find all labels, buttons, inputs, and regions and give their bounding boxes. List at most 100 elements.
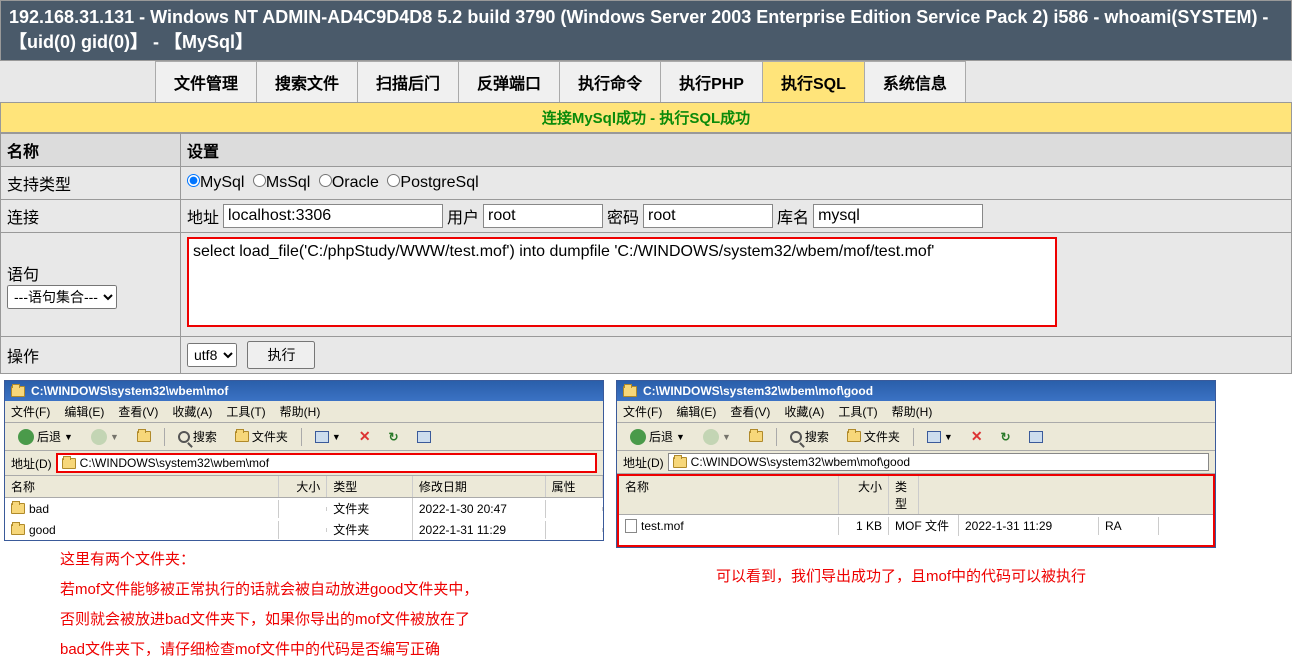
exec-button[interactable]: 执行 (247, 341, 315, 369)
row-type-label: 支持类型 (1, 167, 181, 200)
stmt-label-text: 语句 (7, 261, 174, 285)
up-button[interactable] (742, 429, 770, 444)
search-button[interactable]: 搜索 (171, 426, 224, 447)
radio-oracle[interactable]: Oracle (319, 174, 379, 191)
folders-button[interactable]: 文件夹 (228, 426, 295, 447)
col-size[interactable]: 大小 (279, 476, 327, 497)
col-type[interactable]: 类型 (327, 476, 413, 497)
radio-postgresql-input[interactable] (387, 174, 400, 187)
list-item[interactable]: test.mof 1 KB MOF 文件 2022-1-31 11:29 RA (619, 515, 1213, 536)
list-item[interactable]: good 文件夹 2022-1-31 11:29 (5, 519, 603, 540)
annotation-line: 否则就会被放进bad文件夹下，如果你导出的mof文件被放在了 (60, 605, 548, 635)
stmt-select[interactable]: ---语句集合--- (7, 285, 117, 309)
folders-button[interactable]: 文件夹 (840, 426, 907, 447)
menu-edit[interactable]: 编辑(E) (64, 403, 104, 420)
row-op-label: 操作 (1, 337, 181, 374)
forward-button[interactable]: ▼ (696, 427, 738, 447)
menu-help[interactable]: 帮助(H) (892, 403, 933, 420)
sql-form-table: 名称 设置 支持类型 MySql MsSql Oracle PostgreSql… (0, 133, 1292, 374)
row-stmt-label: 语句 ---语句集合--- (1, 233, 181, 337)
radio-mssql-input[interactable] (253, 174, 266, 187)
tab-search-files[interactable]: 搜索文件 (256, 61, 358, 102)
explorer-right-toolbar: 后退 ▼ ▼ 搜索 文件夹 ▼ ✕ (617, 423, 1215, 451)
refresh-button[interactable]: ↻ (994, 428, 1018, 446)
row-conn-label: 连接 (1, 200, 181, 233)
col-attr[interactable]: 属性 (546, 476, 603, 497)
menu-fav[interactable]: 收藏(A) (784, 403, 824, 420)
refresh-button[interactable]: ↻ (382, 428, 406, 446)
radio-oracle-input[interactable] (319, 174, 332, 187)
forward-button[interactable]: ▼ (84, 427, 126, 447)
tab-exec-php[interactable]: 执行PHP (660, 61, 763, 102)
col-type[interactable]: 类型 (889, 476, 919, 514)
grid-icon (927, 431, 941, 443)
addr-input[interactable] (223, 204, 443, 228)
item-attr (546, 528, 603, 532)
db-input[interactable] (813, 204, 983, 228)
menu-tools[interactable]: 工具(T) (226, 403, 265, 420)
header-title: 192.168.31.131 - Windows NT ADMIN-AD4C9D… (0, 0, 1292, 61)
addr-input-right[interactable]: C:\WINDOWS\system32\wbem\mof\good (668, 453, 1209, 471)
annotation-line: 若mof文件能够被正常执行的话就会被自动放进good文件夹中， (60, 575, 548, 605)
tab-sysinfo[interactable]: 系统信息 (864, 61, 966, 102)
views-button[interactable]: ▼ (920, 429, 960, 445)
folder-icon (11, 503, 25, 514)
user-input[interactable] (483, 204, 603, 228)
radio-mysql-input[interactable] (187, 174, 200, 187)
folders-icon (235, 431, 249, 442)
radio-postgresql-label: PostgreSql (400, 174, 478, 191)
radio-mssql-label: MsSql (266, 174, 310, 191)
list-header-right: 名称 大小 类型 (619, 476, 1213, 515)
list-item[interactable]: bad 文件夹 2022-1-30 20:47 (5, 498, 603, 519)
menu-file[interactable]: 文件(F) (623, 403, 662, 420)
col-setting-header: 设置 (181, 134, 1292, 167)
folder-icon (673, 457, 687, 468)
tab-scan-backdoor[interactable]: 扫描后门 (357, 61, 459, 102)
up-button[interactable] (130, 429, 158, 444)
tab-exec-cmd[interactable]: 执行命令 (559, 61, 661, 102)
tab-file-mgr[interactable]: 文件管理 (155, 61, 257, 102)
back-icon (630, 429, 646, 445)
col-name[interactable]: 名称 (619, 476, 839, 514)
sql-textarea[interactable]: select load_file('C:/phpStudy/WWW/test.m… (187, 237, 1057, 327)
back-icon (18, 429, 34, 445)
search-button[interactable]: 搜索 (783, 426, 836, 447)
item-name: test.mof (641, 519, 684, 533)
menu-view[interactable]: 查看(V) (118, 403, 158, 420)
delete-button[interactable]: ✕ (964, 426, 990, 447)
explorer-right-menu: 文件(F) 编辑(E) 查看(V) 收藏(A) 工具(T) 帮助(H) (617, 401, 1215, 423)
views-button[interactable]: ▼ (308, 429, 348, 445)
conn-row: 地址 用户 密码 库名 (187, 204, 1285, 228)
menu-tools[interactable]: 工具(T) (838, 403, 877, 420)
tab-reverse-port[interactable]: 反弹端口 (458, 61, 560, 102)
search-label: 搜索 (193, 428, 217, 445)
tab-exec-sql[interactable]: 执行SQL (762, 61, 865, 102)
list-body-left: bad 文件夹 2022-1-30 20:47 good 文件夹 2022-1-… (5, 498, 603, 540)
col-size[interactable]: 大小 (839, 476, 889, 514)
radio-mysql[interactable]: MySql (187, 174, 244, 191)
back-button[interactable]: 后退 ▼ (623, 426, 692, 447)
up-folder-icon (137, 431, 151, 442)
menu-view[interactable]: 查看(V) (730, 403, 770, 420)
col-date[interactable]: 修改日期 (413, 476, 546, 497)
addr-row-right: 地址(D) C:\WINDOWS\system32\wbem\mof\good (617, 451, 1215, 474)
col-name[interactable]: 名称 (5, 476, 279, 497)
delete-button[interactable]: ✕ (352, 426, 378, 447)
radio-postgresql[interactable]: PostgreSql (387, 174, 478, 191)
addr-input-left[interactable]: C:\WINDOWS\system32\wbem\mof (56, 453, 597, 473)
menu-help[interactable]: 帮助(H) (280, 403, 321, 420)
radio-mssql[interactable]: MsSql (253, 174, 310, 191)
menu-fav[interactable]: 收藏(A) (172, 403, 212, 420)
highlighted-list: 名称 大小 类型 test.mof 1 KB MOF 文件 2022-1-31 … (617, 474, 1215, 547)
pass-input[interactable] (643, 204, 773, 228)
menu-file[interactable]: 文件(F) (11, 403, 50, 420)
props-button[interactable] (1022, 429, 1050, 445)
folder-icon (62, 458, 76, 469)
search-icon (178, 431, 190, 443)
db-label: 库名 (777, 204, 809, 228)
props-button[interactable] (410, 429, 438, 445)
addr-row-left: 地址(D) C:\WINDOWS\system32\wbem\mof (5, 451, 603, 476)
back-button[interactable]: 后退 ▼ (11, 426, 80, 447)
charset-select[interactable]: utf8 (187, 343, 237, 367)
menu-edit[interactable]: 编辑(E) (676, 403, 716, 420)
